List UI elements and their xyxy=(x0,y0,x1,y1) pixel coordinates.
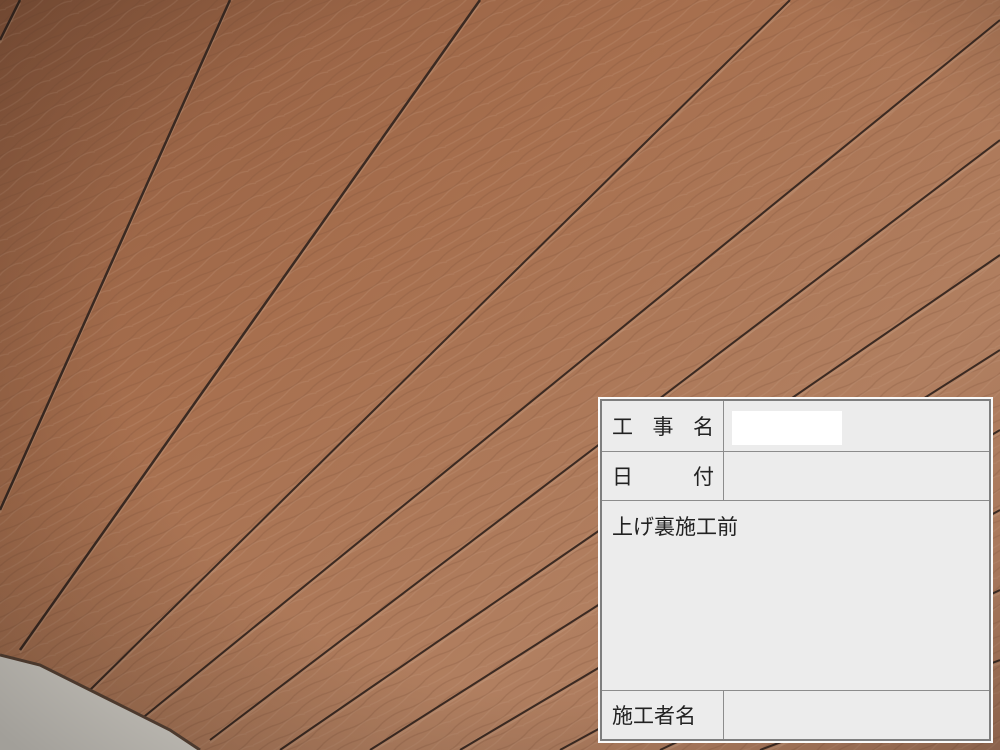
contractor-label: 施工者名 xyxy=(612,704,696,728)
note-row: 上げ裏施工前 xyxy=(602,501,989,691)
board-note: 上げ裏施工前 xyxy=(612,515,738,539)
date-label: 日 付 xyxy=(612,465,714,489)
date-row: 日 付 xyxy=(602,452,989,501)
contractor-row: 施工者名 xyxy=(602,691,989,739)
construction-name-label: 工 事 名 xyxy=(612,415,714,439)
construction-name-row: 工 事 名 xyxy=(602,401,989,452)
construction-name-redaction xyxy=(732,411,842,445)
construction-record-board: 工 事 名 日 付 上げ裏施工前 施工者名 xyxy=(598,397,993,743)
